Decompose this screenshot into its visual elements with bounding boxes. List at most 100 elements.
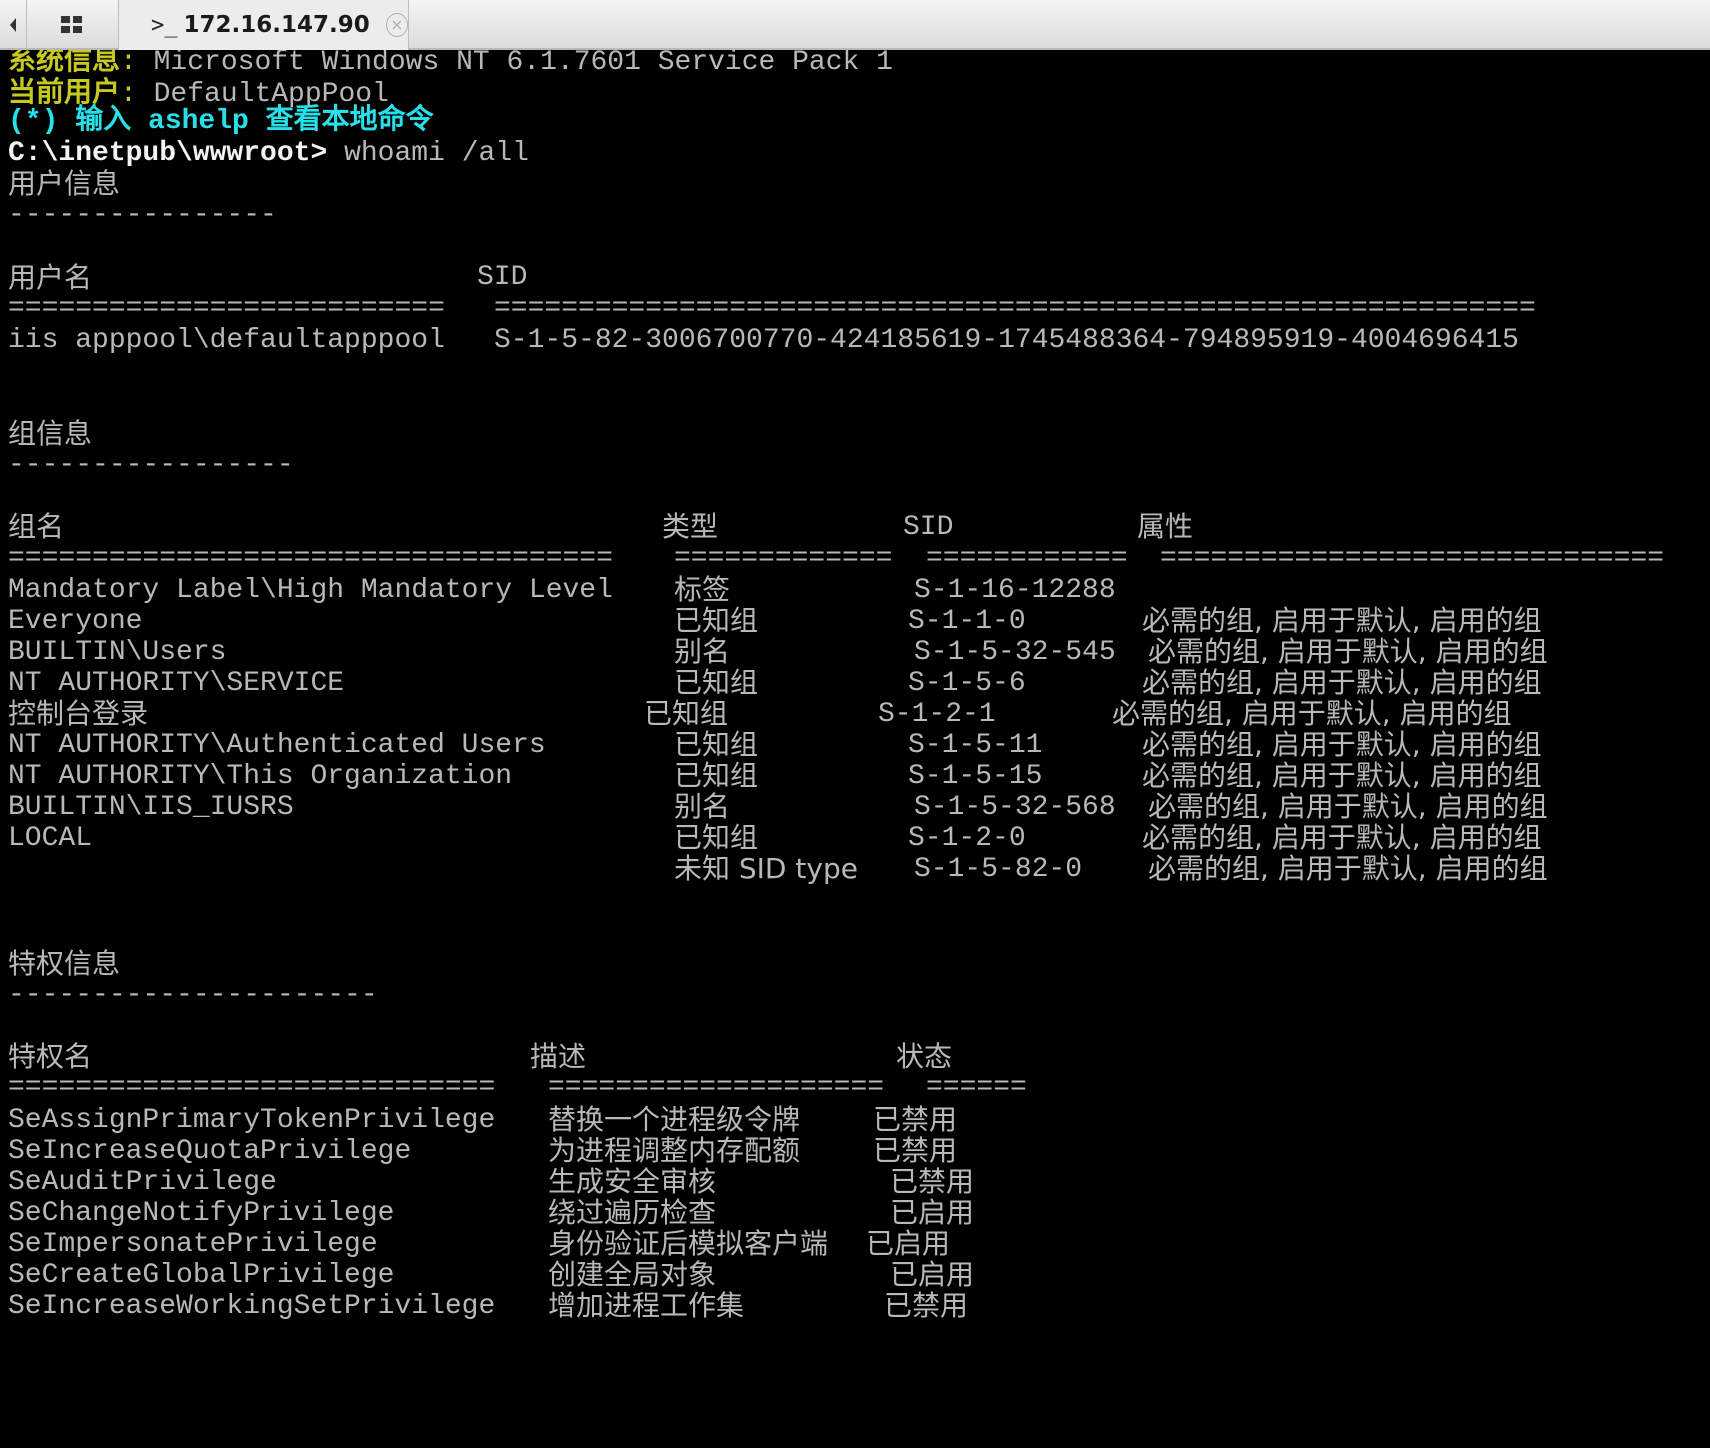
priv-row-state: 已禁用 [884, 1289, 969, 1322]
privilege-info-title: 特权信息 [8, 947, 121, 980]
tab-title: 172.16.147.90 [183, 12, 370, 38]
group-row-type: 未知 SID type [674, 852, 858, 885]
group-row-name: NT AUTHORITY\This Organization [8, 761, 513, 792]
user-col-sid: SID [477, 262, 528, 293]
priv-row-state: 已禁用 [873, 1134, 958, 1167]
priv-sep-desc: ==================== [548, 1072, 885, 1103]
terminal-output[interactable]: 系统信息: Microsoft Windows NT 6.1.7601 Serv… [0, 50, 1710, 1448]
group-row-sid: S-1-16-12288 [914, 575, 1116, 606]
user-sid-value: S-1-5-82-3006700770-424185619-1745488364… [494, 325, 1519, 356]
user-sep-sid: ========================================… [494, 293, 1536, 324]
group-row-attr: 必需的组, 启用于默认, 启用的组 [1112, 697, 1512, 730]
priv-row-name: SeAssignPrimaryTokenPrivilege [8, 1105, 496, 1136]
priv-row-desc: 替换一个进程级令牌 [548, 1103, 801, 1136]
shell-prompt: C:\inetpub\wwwroot> [8, 138, 328, 169]
user-name-value: iis apppool\defaultapppool [8, 325, 445, 356]
group-sep-type: ============= [674, 543, 893, 574]
group-row-name: LOCAL [8, 823, 93, 854]
ashelp-hint: (*) 输入 ashelp 查看本地命令 [8, 106, 434, 137]
sysinfo-line: 系统信息: Microsoft Windows NT 6.1.7601 Serv… [8, 50, 893, 79]
priv-row-desc: 增加进程工作集 [548, 1289, 745, 1322]
priv-row-state: 已启用 [890, 1258, 975, 1291]
group-row-name: Everyone [8, 606, 143, 637]
priv-row-desc: 绕过遍历检查 [548, 1196, 717, 1229]
group-col-attr: 属性 [1137, 510, 1194, 543]
priv-row-desc: 身份验证后模拟客户端 [548, 1227, 829, 1260]
tab-bar: >_ 172.16.147.90 × [0, 0, 1710, 50]
tab-terminal[interactable]: >_ 172.16.147.90 × [119, 0, 409, 50]
priv-row-desc: 生成安全审核 [548, 1165, 717, 1198]
group-sep-name: ==================================== [8, 543, 613, 574]
group-row-attr: 必需的组, 启用于默认, 启用的组 [1148, 852, 1548, 885]
user-col-name: 用户名 [8, 261, 93, 294]
user-info-underline: ---------------- [8, 200, 277, 231]
group-sep-sid: ============ [926, 543, 1128, 574]
scroll-left-button[interactable] [0, 0, 27, 50]
priv-row-name: SeCreateGlobalPrivilege [8, 1260, 395, 1291]
group-row-name: Mandatory Label\High Mandatory Level [8, 575, 613, 606]
group-row-sid: S-1-5-32-545 [914, 637, 1116, 668]
priv-row-state: 已禁用 [873, 1103, 958, 1136]
priv-row-state: 已启用 [866, 1227, 951, 1260]
group-row-type: 别名 [674, 635, 731, 668]
group-row-attr: 必需的组, 启用于默认, 启用的组 [1148, 790, 1548, 823]
group-row-type: 已知组 [674, 666, 759, 699]
priv-sep-state: ====== [926, 1072, 1027, 1103]
group-info-title: 组信息 [8, 417, 93, 450]
command-line: C:\inetpub\wwwroot> whoami /all [8, 138, 529, 170]
command-text: whoami /all [344, 138, 529, 169]
user-info-title: 用户信息 [8, 167, 121, 200]
terminal-icon: >_ [151, 12, 178, 38]
priv-row-desc: 创建全局对象 [548, 1258, 717, 1291]
group-row-sid: S-1-2-0 [908, 823, 1026, 854]
group-col-type: 类型 [662, 510, 719, 543]
group-row-name: NT AUTHORITY\Authenticated Users [8, 730, 546, 761]
group-row-attr: 必需的组, 启用于默认, 启用的组 [1142, 759, 1542, 792]
priv-row-desc: 为进程调整内存配额 [548, 1134, 801, 1167]
group-row-name: BUILTIN\Users [8, 637, 227, 668]
group-row-type: 标签 [674, 573, 731, 606]
priv-row-name: SeChangeNotifyPrivilege [8, 1198, 395, 1229]
group-col-name: 组名 [8, 510, 65, 543]
group-row-attr: 必需的组, 启用于默认, 启用的组 [1148, 635, 1548, 668]
group-row-sid: S-1-5-15 [908, 761, 1043, 792]
group-row-sid: S-1-2-1 [878, 699, 996, 730]
group-sep-attr: ============================== [1160, 543, 1665, 574]
user-label: 当前用户 [8, 75, 121, 108]
priv-row-state: 已启用 [890, 1196, 975, 1229]
group-row-attr: 必需的组, 启用于默认, 启用的组 [1142, 666, 1542, 699]
group-row-type: 已知组 [674, 604, 759, 637]
sysinfo-label: 系统信息 [8, 50, 121, 76]
close-icon[interactable]: × [385, 13, 408, 37]
group-row-type: 已知组 [674, 728, 759, 761]
group-row-type: 已知组 [674, 759, 759, 792]
group-row-type: 已知组 [674, 821, 759, 854]
chevron-left-icon [10, 18, 16, 32]
priv-col-state: 状态 [896, 1040, 953, 1073]
sysinfo-value: Microsoft Windows NT 6.1.7601 Service Pa… [153, 50, 893, 78]
group-row-sid: S-1-5-11 [908, 730, 1043, 761]
group-row-sid: S-1-5-32-568 [914, 792, 1116, 823]
priv-row-name: SeIncreaseWorkingSetPrivilege [8, 1291, 496, 1322]
group-row-sid: S-1-5-6 [908, 668, 1026, 699]
tab-overview-button[interactable] [26, 0, 119, 50]
grid-icon [61, 16, 82, 33]
priv-row-state: 已禁用 [890, 1165, 975, 1198]
priv-sep-name: ============================= [8, 1072, 496, 1103]
priv-row-name: SeIncreaseQuotaPrivilege [8, 1136, 412, 1167]
group-row-name: NT AUTHORITY\SERVICE [8, 668, 345, 699]
priv-col-name: 特权名 [8, 1040, 93, 1073]
priv-row-name: SeImpersonatePrivilege [8, 1229, 378, 1260]
group-row-sid: S-1-1-0 [908, 606, 1026, 637]
group-row-sid: S-1-5-82-0 [914, 854, 1083, 885]
priv-row-name: SeAuditPrivilege [8, 1167, 277, 1198]
group-row-type: 已知组 [644, 697, 729, 730]
group-row-attr: 必需的组, 启用于默认, 启用的组 [1142, 728, 1542, 761]
group-col-sid: SID [903, 512, 954, 543]
privilege-info-underline: ---------------------- [8, 980, 378, 1011]
group-row-type: 别名 [674, 790, 731, 823]
group-info-underline: ----------------- [8, 450, 294, 481]
group-row-attr: 必需的组, 启用于默认, 启用的组 [1142, 821, 1542, 854]
group-row-name: 控制台登录 [8, 697, 149, 730]
group-row-name: BUILTIN\IIS_IUSRS [8, 792, 294, 823]
